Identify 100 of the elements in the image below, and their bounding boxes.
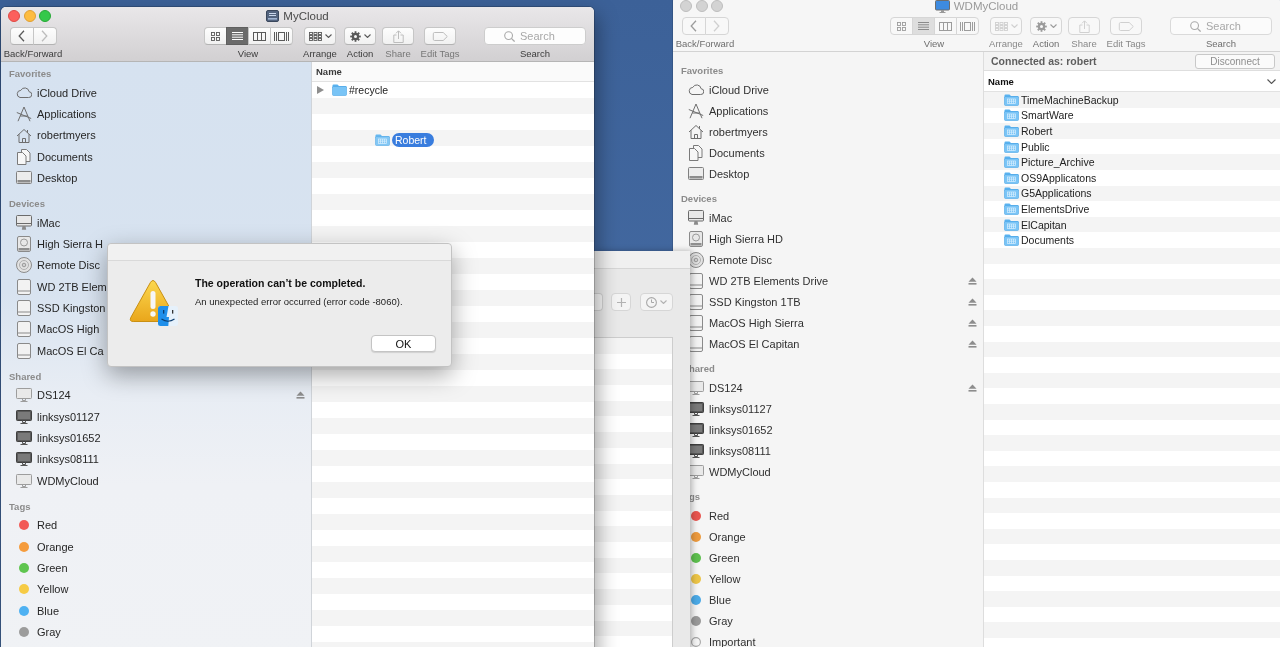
sidebar-item[interactable]: WDMyCloud [37,474,99,487]
shared-folder-icon [1004,171,1019,184]
sidebar-item[interactable]: High Sierra H [37,237,104,250]
shared-folder-icon [1004,187,1019,200]
share-icon [392,29,404,43]
monitor-icon [934,0,950,13]
sidebar-item[interactable]: DS124 [37,389,71,402]
house-icon [16,127,32,143]
arrange-button[interactable] [304,27,336,45]
toolbar-label: View [923,37,945,50]
sidebar-heading: Favorites [681,65,724,76]
sidebar-item[interactable]: SSD Kingston [37,301,106,314]
clock-icon [646,296,657,308]
sidebar-heading: Favorites [9,68,52,79]
drive-icon [16,321,32,338]
tag-icon [432,31,448,41]
ok-button[interactable]: OK [371,335,436,352]
sidebar-item[interactable]: Yellow [37,583,69,596]
monitor-icon [16,388,32,403]
disc-icon [16,257,32,274]
monitor-icon [16,430,32,445]
house-icon [688,124,704,139]
monitor-icon [16,473,32,488]
view-mode-button[interactable] [247,27,271,45]
caret-icon [1010,24,1018,28]
shared-folder-icon [1004,156,1019,169]
caret-icon [1049,24,1057,28]
shared-folder-icon [375,134,390,146]
documents-icon [16,148,32,165]
sidebar-item[interactable]: Remote Disc [37,259,100,272]
drive-icon [16,299,32,316]
toolbar-label: Share [1071,37,1097,50]
pencil-ruler-icon [688,102,704,119]
sidebar-item[interactable]: MacOS High [37,323,100,336]
caret-icon [324,34,332,38]
dragged-item-label[interactable]: Robert [392,133,434,147]
connection-status: Connected as: robert [991,55,1097,67]
monitor-icon [16,409,32,424]
column-header[interactable]: Name [316,66,342,77]
desktop-icon [688,167,704,180]
toolbar-label: Search [1205,37,1237,50]
back-button[interactable] [9,27,34,45]
action-button[interactable] [344,27,376,45]
sidebar-item[interactable]: linksys08111 [37,453,99,466]
toolbar-label: Back/Forward [3,47,63,60]
sidebar-item[interactable]: robertmyers [37,129,96,142]
sidebar-item[interactable]: MacOS El Ca [37,344,104,357]
toolbar-label: Arrange [989,37,1023,50]
search-icon [504,30,515,42]
view-mode-button[interactable] [225,27,249,45]
search-field[interactable]: Search [484,27,586,45]
monitor-icon [688,210,704,225]
sidebar-item[interactable]: iCloud Drive [37,86,97,99]
search-icon [1190,20,1201,32]
add-button[interactable] [611,293,631,311]
shared-folder-icon [1004,93,1019,106]
gear-icon [349,30,361,42]
shared-folder-icon [1004,109,1019,122]
toolbar-label: Edit Tags [420,47,460,60]
chevron-left-icon [18,30,25,42]
network-drive-icon [266,10,280,22]
tag-icon [1118,21,1134,31]
close-button[interactable] [8,10,20,22]
sidebar-heading: Tags [9,500,31,512]
sidebar-item[interactable]: Orange [37,540,74,553]
columns-icon [938,21,952,31]
cover-flow-icon [273,31,289,41]
address-field[interactable] [594,293,603,311]
eject-icon[interactable] [296,391,305,400]
monitor-icon [16,452,32,467]
sidebar-item[interactable]: WD 2TB Elem [37,280,107,293]
sidebar-item[interactable]: Applications [37,108,97,120]
toolbar-label: Arrange [303,47,337,60]
folder-icon [332,84,347,96]
history-button[interactable] [640,293,673,311]
plus-icon [616,297,626,307]
sidebar-item[interactable]: linksys01652 [37,431,101,444]
disclosure-triangle-icon[interactable] [317,86,324,94]
grid-icon [896,21,906,31]
documents-icon [688,144,704,161]
sidebar-heading: Shared [9,370,42,382]
file-name[interactable]: #recycle [349,84,389,96]
sidebar-item[interactable]: Documents [37,150,93,163]
sidebar-item[interactable]: Desktop [37,171,78,184]
sidebar-item[interactable]: Gray [37,625,61,638]
sidebar-item[interactable]: Green [37,561,68,574]
view-mode-button[interactable] [269,27,293,45]
toolbar-label: Share [385,47,411,60]
drive-icon [16,278,32,295]
cloud-icon [688,84,704,95]
view-mode-button[interactable] [203,27,227,45]
sidebar-item[interactable]: Blue [37,604,60,617]
shared-folder-icon [1004,218,1019,231]
shared-folder-icon [1004,202,1019,215]
sidebar-item[interactable]: linksys01127 [37,410,100,423]
zoom-button[interactable] [39,10,51,22]
minimize-button[interactable] [23,10,36,22]
sidebar-heading: Devices [681,193,717,204]
sidebar-item[interactable]: Red [37,519,58,532]
sidebar-item[interactable]: iMac [37,216,61,229]
